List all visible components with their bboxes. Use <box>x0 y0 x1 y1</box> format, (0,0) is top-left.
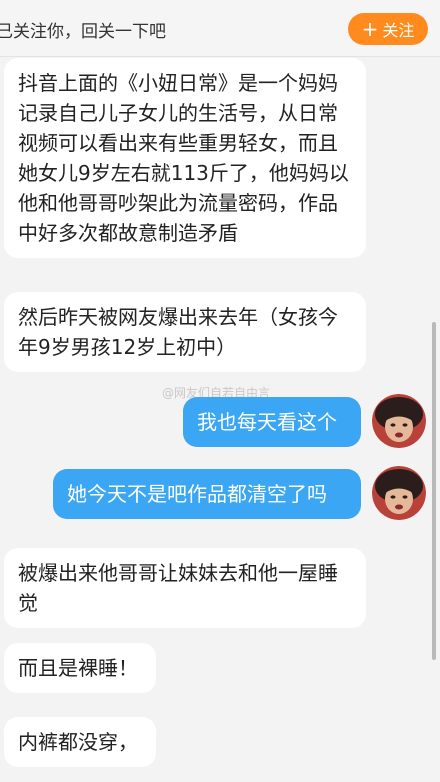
user-avatar[interactable] <box>372 466 426 520</box>
plus-icon: + <box>361 17 379 41</box>
message-text: 她今天不是吧作品都清空了吗 <box>67 482 327 506</box>
message-text: 然后昨天被网友爆出来去年（女孩今年9岁男孩12岁上初中） <box>18 305 338 359</box>
top-banner: 已关注你，回关一下吧 + 关注 <box>0 0 440 57</box>
scrollbar[interactable] <box>432 322 436 660</box>
message-text: 我也每天看这个 <box>197 410 337 434</box>
user-avatar[interactable] <box>372 394 426 448</box>
follow-back-notice: 已关注你，回关一下吧 <box>0 22 166 42</box>
message-text: 被爆出来他哥哥让妹妹去和他一屋睡觉 <box>18 561 338 615</box>
message-received-1[interactable]: 抖音上面的《小妞日常》是一个妈妈记录自己儿子女儿的生活号，从日常视频可以看出来有… <box>4 58 366 258</box>
message-received-5[interactable]: 内裤都没穿， <box>4 717 156 767</box>
message-sent-2[interactable]: 她今天不是吧作品都清空了吗 <box>53 469 361 519</box>
message-received-3[interactable]: 被爆出来他哥哥让妹妹去和他一屋睡觉 <box>4 548 366 628</box>
message-text: 抖音上面的《小妞日常》是一个妈妈记录自己儿子女儿的生活号，从日常视频可以看出来有… <box>18 71 349 245</box>
message-text: 内裤都没穿， <box>18 730 138 754</box>
follow-button[interactable]: + 关注 <box>348 13 428 45</box>
message-text: 而且是裸睡！ <box>18 656 138 680</box>
follow-button-label: 关注 <box>382 21 415 40</box>
message-received-4[interactable]: 而且是裸睡！ <box>4 643 156 693</box>
message-sent-1[interactable]: 我也每天看这个 <box>183 397 361 447</box>
message-received-2[interactable]: 然后昨天被网友爆出来去年（女孩今年9岁男孩12岁上初中） <box>4 292 366 372</box>
